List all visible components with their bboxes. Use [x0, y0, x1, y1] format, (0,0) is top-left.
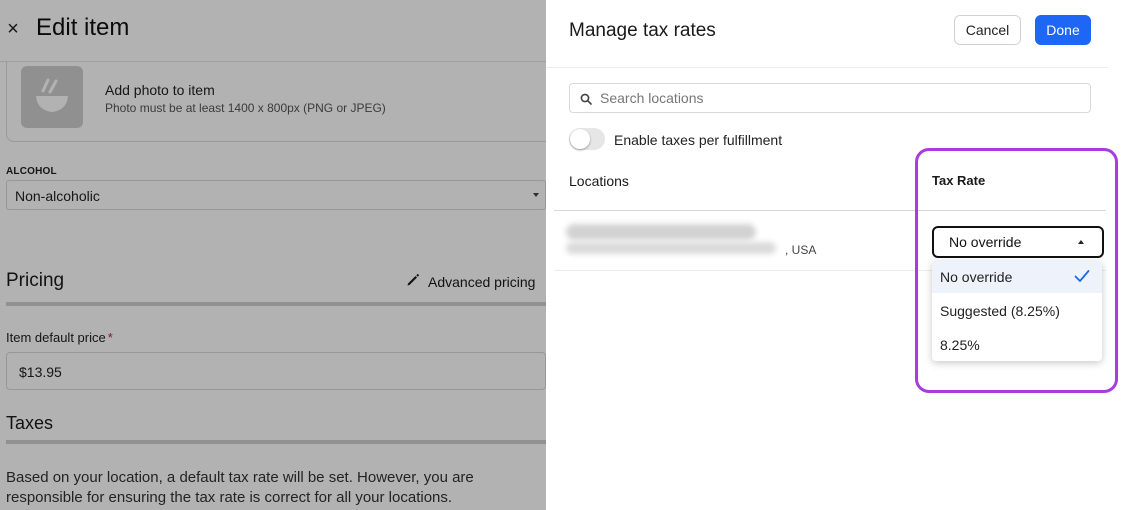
advanced-pricing-link[interactable]: Advanced pricing — [406, 273, 535, 290]
redacted-location-address — [566, 242, 776, 254]
tax-rate-select[interactable]: No override — [932, 226, 1104, 258]
fulfillment-taxes-toggle[interactable] — [569, 128, 605, 150]
location-country: , USA — [785, 243, 817, 257]
edit-item-header: × Edit item — [0, 0, 546, 62]
photo-placeholder[interactable] — [21, 66, 83, 128]
pricing-heading: Pricing — [6, 270, 65, 291]
dropdown-option-no-override[interactable]: No override — [932, 261, 1102, 293]
dropdown-option-suggested[interactable]: Suggested (8.25%) — [932, 295, 1102, 327]
add-photo-title: Add photo to item — [105, 82, 215, 98]
cancel-button[interactable]: Cancel — [954, 15, 1021, 45]
add-photo-card[interactable]: Add photo to item Photo must be at least… — [6, 62, 546, 142]
search-box[interactable] — [569, 83, 1091, 113]
tax-rate-dropdown-menu: No override Suggested (8.25%) 8.25% — [932, 261, 1102, 361]
panel-header-divider — [546, 67, 1108, 68]
column-header-locations: Locations — [569, 173, 629, 189]
alcohol-label: ALCOHOL — [6, 166, 57, 177]
manage-tax-rates-panel: Manage tax rates Cancel Done Enable taxe… — [546, 0, 1140, 510]
default-price-input[interactable]: $13.95 — [6, 352, 546, 390]
required-mark: * — [107, 330, 113, 345]
edit-item-pane: × Edit item Add photo to item Photo must… — [0, 0, 546, 510]
advanced-pricing-label: Advanced pricing — [428, 274, 536, 290]
default-price-value: $13.95 — [19, 364, 62, 380]
food-bowl-icon — [36, 78, 68, 112]
close-icon[interactable]: × — [4, 16, 22, 42]
edit-item-title: Edit item — [36, 14, 130, 41]
taxes-heading: Taxes — [6, 413, 54, 433]
panel-title: Manage tax rates — [569, 20, 716, 41]
tax-rate-select-value: No override — [949, 234, 1022, 250]
taxes-description: Based on your location, a default tax ra… — [6, 469, 474, 506]
search-input[interactable] — [600, 88, 1080, 108]
alcohol-select[interactable]: Non-alcoholic — [6, 180, 546, 210]
column-header-tax-rate: Tax Rate — [932, 173, 986, 188]
taxes-divider — [6, 440, 546, 444]
fulfillment-taxes-label: Enable taxes per fulfillment — [614, 132, 783, 148]
redacted-location-name — [566, 224, 756, 240]
add-photo-subtitle: Photo must be at least 1400 x 800px (PNG… — [105, 101, 386, 115]
search-icon — [580, 93, 592, 105]
pricing-divider — [6, 302, 546, 306]
caret-up-icon — [1078, 240, 1084, 244]
dropdown-option-8-25[interactable]: 8.25% — [932, 329, 1102, 361]
toggle-knob — [570, 129, 590, 149]
caret-down-icon — [533, 193, 539, 197]
checkmark-icon — [1074, 270, 1090, 282]
pencil-icon — [406, 273, 422, 290]
default-price-label: Item default price * — [6, 330, 113, 345]
alcohol-select-value: Non-alcoholic — [15, 188, 100, 204]
done-button[interactable]: Done — [1035, 15, 1091, 45]
